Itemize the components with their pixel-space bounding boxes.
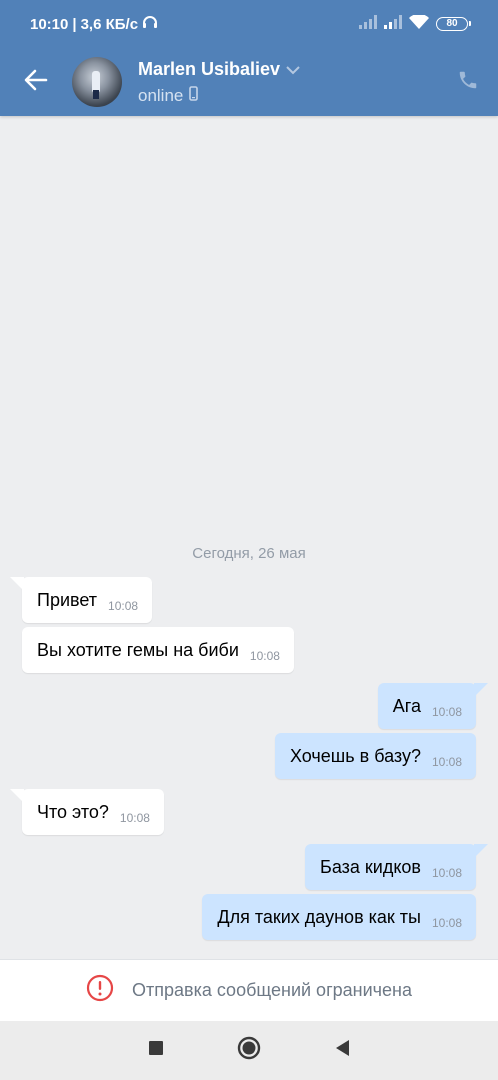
signal-icon	[359, 15, 377, 33]
message-time: 10:08	[431, 916, 462, 930]
message-bubble-incoming[interactable]: Вы хотите гемы на биби 10:08	[22, 627, 294, 673]
message-bubble-outgoing[interactable]: Хочешь в базу? 10:08	[275, 733, 476, 779]
wifi-icon	[409, 13, 429, 34]
status-left: 10:10 | 3,6 КБ/с	[30, 15, 158, 33]
message-text: Ага	[392, 695, 421, 716]
top-bar: 10:10 | 3,6 КБ/с 80 Marlen Usibaliev onl…	[0, 0, 498, 116]
bubble-tail	[474, 683, 488, 697]
bubble-tail	[10, 577, 24, 591]
message-time: 10:08	[119, 811, 150, 825]
avatar-figure-legs	[93, 90, 99, 99]
message-bubble-outgoing[interactable]: Ага 10:08	[377, 683, 488, 729]
chevron-down-icon	[286, 59, 300, 80]
message-time: 10:08	[108, 599, 139, 613]
contact-title[interactable]: Marlen Usibaliev online	[138, 59, 438, 106]
message-bubble-outgoing[interactable]: База кидков 10:08	[305, 844, 488, 890]
back-button[interactable]	[0, 50, 72, 114]
contact-status: online	[138, 85, 184, 105]
triangle-back-icon	[334, 1039, 350, 1062]
contact-status-row: online	[138, 86, 438, 106]
battery-indicator: 80	[436, 17, 471, 31]
square-icon	[148, 1040, 164, 1061]
message-text: Что это?	[37, 801, 109, 822]
message-time: 10:08	[249, 649, 280, 663]
chat-header: Marlen Usibaliev online	[0, 48, 498, 116]
date-separator: Сегодня, 26 мая	[192, 545, 306, 562]
contact-name: Marlen Usibaliev	[138, 58, 281, 79]
mobile-device-icon	[189, 85, 199, 106]
status-time: 10:10	[30, 15, 69, 33]
messaging-restricted-bar: Отправка сообщений ограничена	[0, 959, 498, 1021]
alert-circle-icon	[86, 974, 114, 1007]
network-speed: 3,6 КБ/с	[80, 15, 139, 33]
message-text: Для таких даунов как ты	[217, 906, 421, 927]
message-time: 10:08	[431, 705, 462, 719]
message-text: База кидков	[320, 856, 421, 877]
status-right: 80	[359, 13, 471, 34]
bubble-tail	[10, 789, 24, 803]
avatar[interactable]	[72, 57, 122, 107]
phone-icon	[457, 69, 479, 96]
message-bubble-incoming[interactable]: Привет 10:08	[10, 577, 153, 623]
recent-apps-button[interactable]	[136, 1031, 176, 1071]
circle-icon	[237, 1036, 261, 1065]
message-text: Привет	[37, 589, 98, 610]
call-button[interactable]	[438, 50, 498, 114]
status-bar: 10:10 | 3,6 КБ/с 80	[0, 0, 498, 48]
message-text: Хочешь в базу?	[290, 745, 421, 766]
message-bubble-incoming[interactable]: Что это? 10:08	[10, 789, 164, 835]
message-time: 10:08	[431, 755, 462, 769]
home-button[interactable]	[229, 1031, 269, 1071]
headphones-icon	[142, 15, 158, 33]
system-back-button[interactable]	[322, 1031, 362, 1071]
message-text: Вы хотите гемы на биби	[37, 639, 239, 660]
restriction-text: Отправка сообщений ограничена	[132, 980, 412, 1000]
signal-icon	[384, 15, 402, 33]
bubble-tail	[474, 844, 488, 858]
message-bubble-outgoing[interactable]: Для таких даунов как ты 10:08	[202, 894, 476, 940]
status-divider: |	[72, 15, 77, 33]
arrow-left-icon	[24, 69, 48, 96]
message-time: 10:08	[431, 866, 462, 880]
chat-screen: 10:10 | 3,6 КБ/с 80 Marlen Usibaliev onl…	[0, 0, 498, 1080]
contact-name-row: Marlen Usibaliev	[138, 59, 438, 80]
system-nav-bar	[0, 1021, 498, 1080]
